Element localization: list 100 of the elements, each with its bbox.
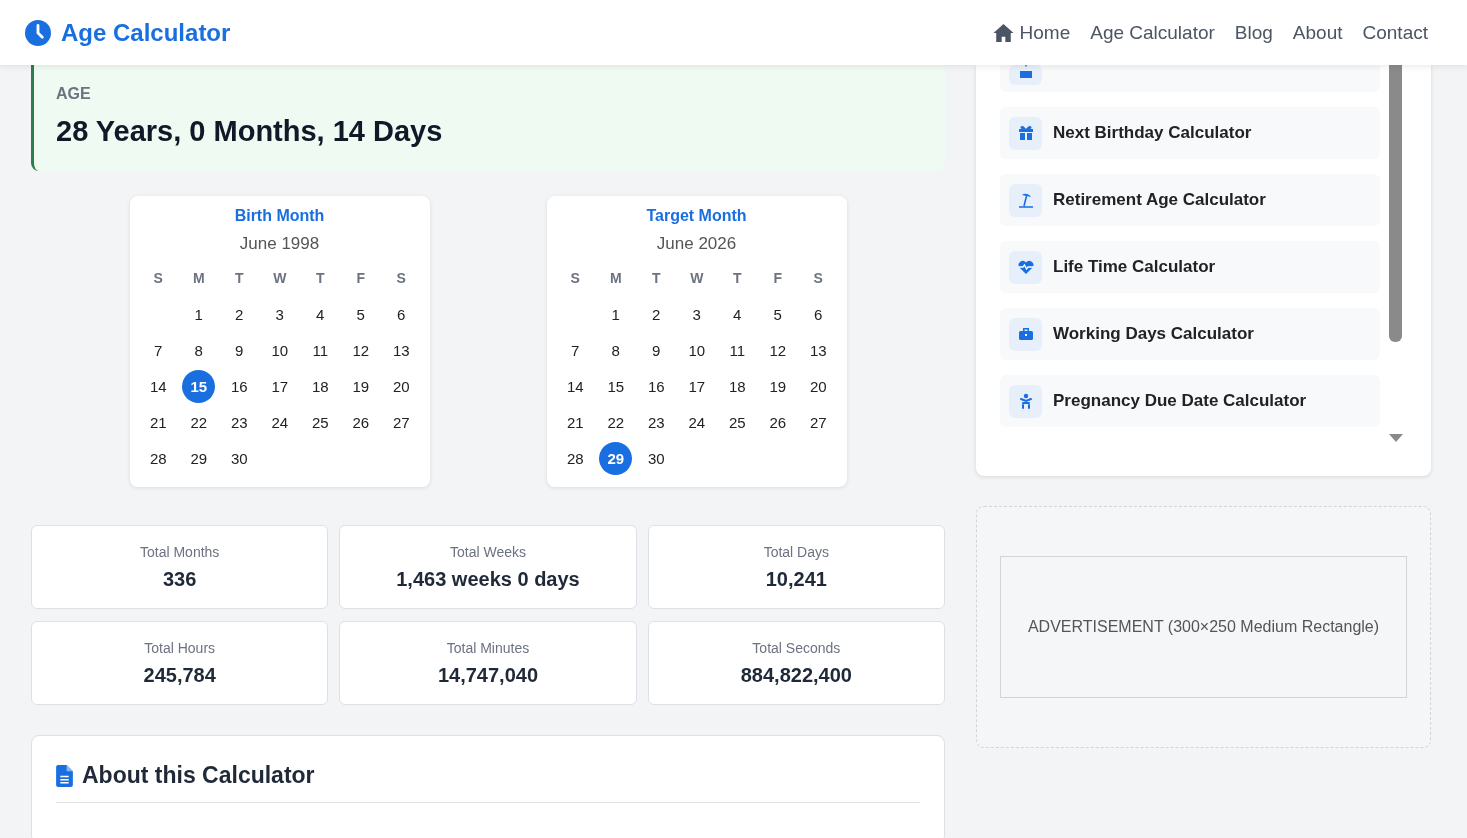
calendar-day: 23 [222,405,256,439]
calendar-day: 11 [720,333,754,367]
calculator-link[interactable]: Life Time Calculator [1000,241,1380,293]
nav-link[interactable]: About [1292,21,1343,44]
calendar-day: 27 [801,405,835,439]
stat-label: Total Weeks [450,543,526,560]
ad-text: ADVERTISEMENT (300×250 Medium Rectangle) [1027,618,1380,636]
calendar-day: 11 [303,333,337,367]
calendar-day: 16 [222,369,256,403]
weekday-label: M [608,269,623,288]
calendar-day: 15 [182,369,216,403]
scrollbar-thumb[interactable] [1389,65,1402,342]
calendar-day: 17 [263,369,297,403]
calendar-day: 17 [680,369,714,403]
nav-link[interactable]: Blog [1234,21,1273,44]
calendar-day: 8 [182,333,216,367]
calendar-month: June 1998 [239,234,320,254]
document-icon [56,764,73,787]
calendar-day: 28 [141,441,175,475]
calendar-day: 20 [801,369,835,403]
calendar-day: 15 [599,369,633,403]
weekday-label: S [395,269,407,288]
calendar-day: 16 [639,369,673,403]
calendar-day: 25 [303,405,337,439]
calendar-day: 5 [761,297,795,331]
calendar-day: 26 [344,405,378,439]
nav-link[interactable]: Contact [1362,21,1428,44]
calendar-day: 2 [222,297,256,331]
calendar-day: 10 [680,333,714,367]
stat-value: 884,822,400 [740,663,852,687]
calendar-day: 6 [801,297,835,331]
calendar-day: 20 [384,369,418,403]
calendar-day: 1 [599,297,633,331]
calendar-day: 10 [263,333,297,367]
stat-label: Total Days [763,543,829,560]
calendar-day: 3 [680,297,714,331]
stat-value: 10,241 [765,567,827,591]
calendar-day: 23 [639,405,673,439]
age-label: AGE [56,85,92,103]
weekday-label: S [812,269,824,288]
weekday-label: T [731,269,743,288]
weekday-label: T [233,269,245,288]
calendar-day: 24 [680,405,714,439]
stat-label: Total Minutes [446,639,530,656]
calendar-month: June 2026 [656,234,737,254]
weekday-label: S [569,269,581,288]
calendar-day: 28 [558,441,592,475]
stat-label: Total Seconds [752,639,841,656]
calendar-day: 1 [182,297,216,331]
stat-label: Total Months [139,543,220,560]
calendar-day: 22 [182,405,216,439]
calculator-link[interactable]: Working Days Calculator [1000,308,1380,360]
nav-link[interactable]: Age Calculator [1090,21,1215,44]
stat-value: 14,747,040 [437,663,539,687]
weekday-label: M [191,269,206,288]
calendar-day: 27 [384,405,418,439]
calendar-day: 26 [761,405,795,439]
age-value: 28 Years, 0 Months, 14 Days [56,115,444,148]
calendar-day: 12 [344,333,378,367]
weekday-label: W [689,269,705,288]
weekday-label: T [314,269,326,288]
calendar-day: 3 [263,297,297,331]
calendar-day: 24 [263,405,297,439]
stat-value: 245,784 [143,663,216,687]
briefcase-icon [1017,326,1034,342]
stat-value: 1,463 weeks 0 days [396,567,580,591]
scroll-down-icon[interactable] [1389,434,1403,442]
nav-link[interactable]: Home [991,21,1071,44]
calculator-link[interactable]: Retirement Age Calculator [1000,174,1380,226]
calendar-day: 14 [558,369,592,403]
calendar-day: 9 [639,333,673,367]
calendar-title: Target Month [646,207,747,225]
stat-label: Total Hours [144,639,216,656]
baby-icon [1017,393,1034,409]
calendar-day: 25 [720,405,754,439]
calculator-link[interactable]: Pregnancy Due Date Calculator [1000,375,1380,427]
site-logo[interactable]: Age Calculator [61,18,231,47]
calendar-day: 5 [344,297,378,331]
calendar-day: 19 [344,369,378,403]
calendar-day: 6 [384,297,418,331]
stat-value: 336 [162,567,197,591]
calendar-day: 21 [558,405,592,439]
calendar-day: 22 [599,405,633,439]
calendar-day: 7 [141,333,175,367]
weekday-label: T [650,269,662,288]
calendar-day: 19 [761,369,795,403]
calculator-link[interactable]: Next Birthday Calculator [1000,107,1380,159]
weekday-label: F [355,269,367,288]
heartbeat-icon [1017,259,1034,275]
calendar-day: 14 [141,369,175,403]
clock-icon [25,19,51,46]
gift-icon [1017,125,1034,141]
calendar-day: 21 [141,405,175,439]
calendar-day: 4 [720,297,754,331]
calendar-day: 13 [801,333,835,367]
calendar-day: 18 [720,369,754,403]
calendar-day: 7 [558,333,592,367]
calendar-day: 2 [639,297,673,331]
beach-umbrella-icon [1017,192,1034,208]
calendar-day: 18 [303,369,337,403]
